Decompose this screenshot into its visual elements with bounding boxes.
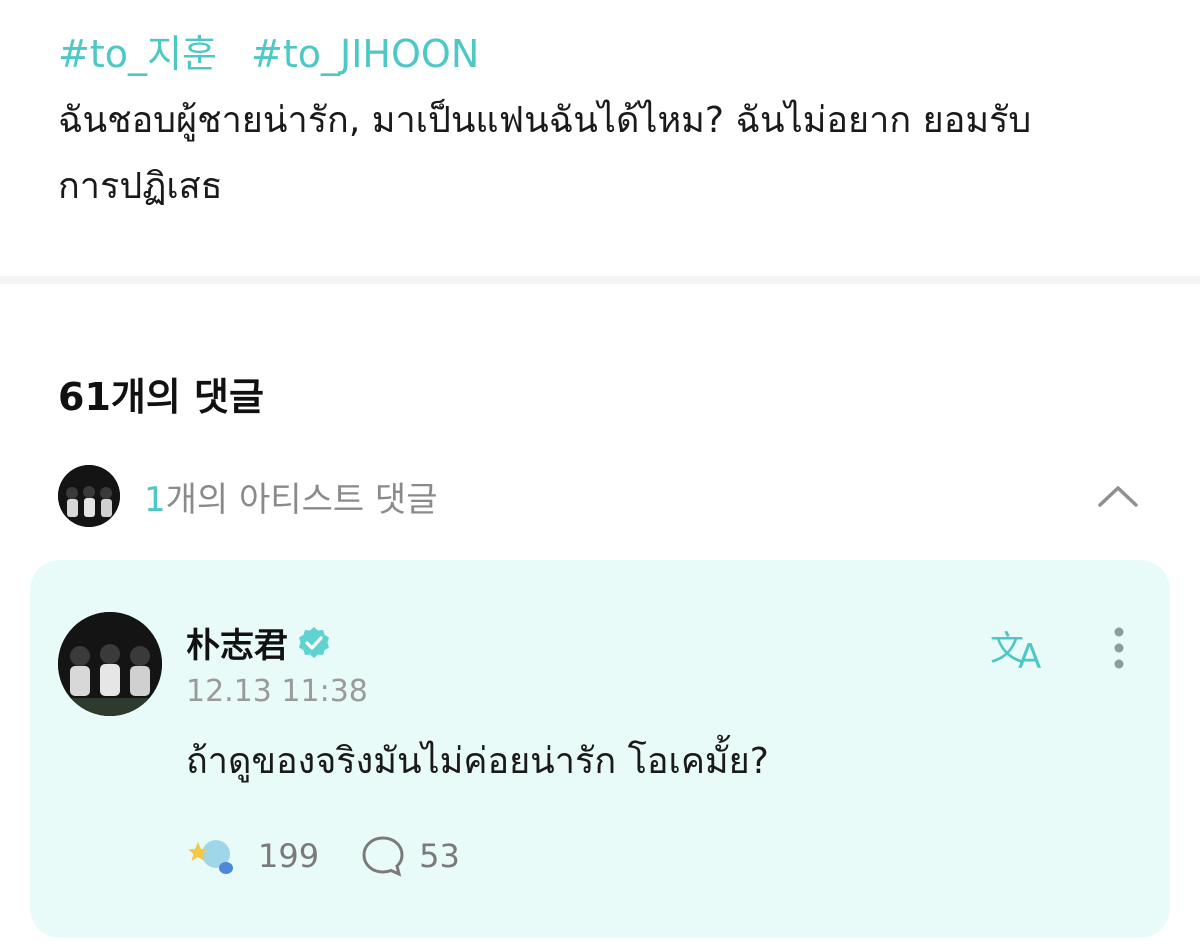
chevron-up-icon[interactable] bbox=[1096, 475, 1140, 519]
artist-comments-toggle[interactable]: 1개의 아티스트 댓글 bbox=[58, 465, 1148, 527]
comment-count-heading: 61개의 댓글 bbox=[58, 375, 264, 419]
comment-timestamp: 12.13 11:38 bbox=[186, 674, 368, 709]
avatar bbox=[58, 465, 120, 527]
verified-badge-icon bbox=[296, 625, 332, 661]
post-body: ฉันชอบผู้ชายน่ารัก, มาเป็นแฟนฉันได้ไหม? … bbox=[58, 100, 1032, 207]
like-count: 199 bbox=[258, 837, 320, 875]
comment-text: ถ้าดูของจริงมันไม่ค่อยน่ารัก โอเคมั้ย? bbox=[186, 741, 769, 782]
comment-stats: 199 53 bbox=[186, 834, 460, 878]
translate-icon[interactable]: 文 A bbox=[990, 622, 1054, 677]
hashtag[interactable]: #to_JIHOON bbox=[251, 32, 479, 76]
speech-bubble-icon[interactable] bbox=[361, 834, 405, 878]
artist-comment-label-suffix: 개의 아티스트 댓글 bbox=[165, 479, 438, 520]
artist-comment-count: 1 bbox=[144, 479, 166, 520]
more-vertical-icon[interactable] bbox=[1104, 624, 1134, 672]
star-reaction-icon[interactable] bbox=[186, 834, 238, 878]
author-name[interactable]: 朴志君 bbox=[186, 618, 288, 667]
post: #to_지훈 #to_JIHOON ฉันชอบผู้ชายน่ารัก, มา… bbox=[58, 28, 1158, 220]
svg-text:A: A bbox=[1018, 637, 1041, 672]
artist-comment-card: 朴志君 12.13 11:38 ถ้าดูของจริงมันไม่ค่อยน่… bbox=[30, 560, 1170, 938]
avatar[interactable] bbox=[58, 612, 162, 716]
reply-count: 53 bbox=[419, 837, 460, 875]
hashtag-list: #to_지훈 #to_JIHOON bbox=[58, 28, 1158, 80]
hashtag[interactable]: #to_지훈 bbox=[58, 32, 217, 76]
comment-author: 朴志君 bbox=[186, 618, 332, 667]
artist-comments-label: 1개의 아티스트 댓글 bbox=[144, 472, 438, 521]
section-divider bbox=[0, 276, 1200, 284]
